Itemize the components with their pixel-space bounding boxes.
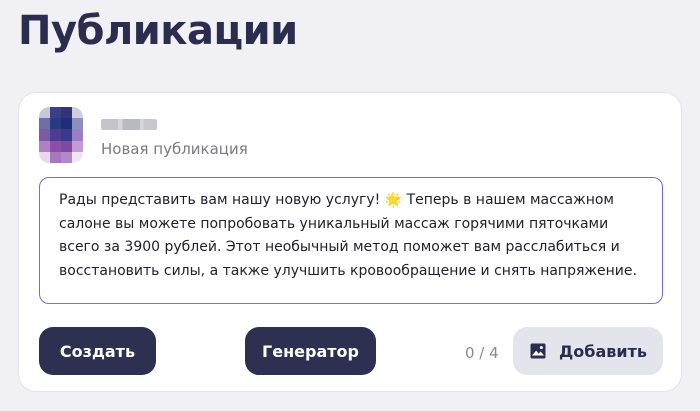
generator-button[interactable]: Генератор xyxy=(245,327,376,375)
post-editor-card: Новая публикация Рады представить вам на… xyxy=(18,92,682,392)
avatar xyxy=(39,107,83,163)
post-text-field[interactable]: Рады представить вам нашу новую услугу! … xyxy=(39,177,663,304)
media-counter: 0 / 4 xyxy=(465,344,499,362)
add-button-label: Добавить xyxy=(559,341,647,361)
author-name-redacted xyxy=(101,119,157,130)
image-icon xyxy=(530,343,546,359)
page-title: Публикации xyxy=(18,8,298,54)
publication-subtitle: Новая публикация xyxy=(101,140,248,158)
create-button[interactable]: Создать xyxy=(39,327,156,375)
add-media-button[interactable]: Добавить xyxy=(513,327,663,375)
